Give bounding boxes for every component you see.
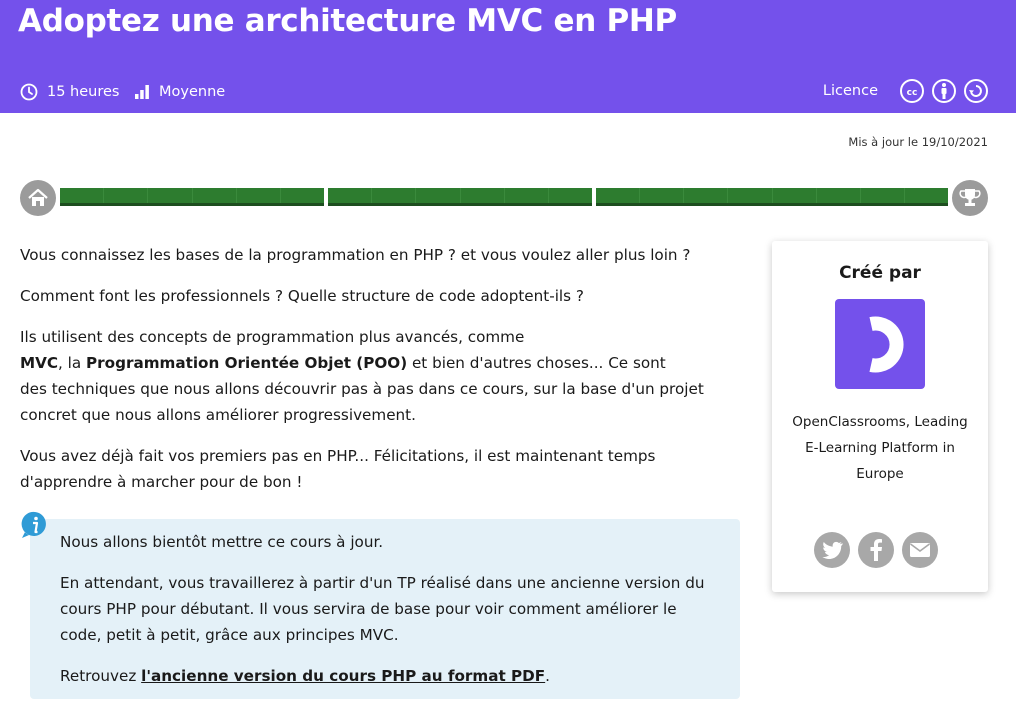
progress-bar [60, 188, 948, 206]
progress-section-1[interactable] [60, 188, 324, 206]
author-name-line-2: E-Learning Platform in [805, 440, 955, 456]
progress-chapter[interactable] [861, 188, 905, 203]
progress-chapter[interactable] [549, 188, 592, 203]
course-header: Adoptez une architecture MVC en PHP 15 h… [0, 0, 1016, 113]
author-card-title: Créé par [839, 263, 921, 283]
progress-chapter[interactable] [193, 188, 237, 203]
course-difficulty: Moyenne [134, 80, 225, 104]
progress-chapter[interactable] [237, 188, 281, 203]
author-card: Créé par OpenClassrooms, Leading E-Learn… [772, 241, 988, 592]
progress-chapter[interactable] [640, 188, 685, 203]
callout-p2-line-3: code, petit à petit, grâce aux principes… [60, 626, 399, 644]
intro-p3-line-3: des techniques que nous allons découvrir… [20, 380, 704, 398]
callout-p3-prefix: Retrouvez [60, 667, 142, 685]
progress-chapter[interactable] [104, 188, 149, 203]
progress-chapter[interactable] [817, 188, 861, 203]
progress-section-3[interactable] [596, 188, 948, 206]
openclassrooms-logo-icon [869, 316, 904, 373]
progress-chapter[interactable] [148, 188, 193, 203]
course-duration: 15 heures [20, 80, 119, 104]
poo-term: Programmation Orientée Objet (POO) [86, 354, 408, 372]
callout-paragraph-1: Nous allons bientôt mettre ce cours à jo… [60, 533, 384, 551]
callout-paragraph-3: Retrouvez l'ancienne version du cours PH… [60, 663, 740, 689]
callout-p2-line-2: cours PHP pour débutant. Il vous servira… [60, 600, 677, 618]
difficulty-label: Moyenne [159, 84, 226, 100]
progress-chapter[interactable] [905, 188, 948, 203]
creative-commons-icon[interactable]: cc [900, 79, 924, 103]
author-name-line-1: OpenClassrooms, Leading [792, 414, 968, 430]
twitter-icon[interactable] [814, 532, 850, 568]
callout-p3-suffix: . [545, 667, 550, 685]
level-bars-icon [135, 85, 149, 99]
progress-chapter[interactable] [684, 188, 729, 203]
intro-p3-text: , la [58, 354, 87, 372]
intro-paragraph-4: Vous avez déjà fait vos premiers pas en … [20, 443, 740, 495]
progress-chapter[interactable] [416, 188, 461, 203]
course-title: Adoptez une architecture MVC en PHP [18, 3, 677, 39]
openclassrooms-logo[interactable] [835, 299, 925, 389]
intro-paragraph-3: Ils utilisent des concepts de programmat… [20, 324, 740, 428]
last-updated: Mis à jour le 19/10/2021 [848, 135, 988, 149]
progress-chapter[interactable] [60, 188, 105, 203]
progress-chapter[interactable] [372, 188, 417, 203]
progress-chapter[interactable] [728, 188, 773, 203]
intro-paragraph-2: Comment font les professionnels ? Quelle… [20, 287, 584, 305]
licence[interactable]: Licence cc [823, 79, 988, 103]
intro-p3-text-2: et bien d'autres choses... Ce sont [407, 354, 666, 372]
svg-text:cc: cc [907, 88, 918, 97]
progress-chapter[interactable] [505, 188, 549, 203]
intro-p3-line-4: concret que nous allons améliorer progre… [20, 406, 416, 424]
course-progress [20, 180, 988, 216]
callout-text: Nous allons bientôt mettre ce cours à jo… [60, 529, 740, 704]
callout-p2-line-1: En attendant, vous travaillerez à partir… [60, 574, 705, 592]
progress-chapter[interactable] [281, 188, 324, 203]
mvc-term: MVC [20, 354, 59, 372]
info-icon [21, 511, 46, 538]
licence-label[interactable]: Licence [823, 83, 878, 99]
author-name: OpenClassrooms, Leading E-Learning Platf… [782, 409, 978, 487]
email-icon[interactable] [902, 532, 938, 568]
info-callout: Nous allons bientôt mettre ce cours à jo… [30, 519, 740, 699]
old-course-pdf-link[interactable]: l'ancienne version du cours PHP au forma… [141, 667, 545, 685]
progress-chapter[interactable] [328, 188, 373, 203]
attribution-icon[interactable] [932, 79, 956, 103]
intro-p4-line-2: d'apprendre à marcher pour de bon ! [20, 473, 303, 491]
progress-chapter[interactable] [773, 188, 817, 203]
progress-chapter[interactable] [596, 188, 641, 203]
course-intro: Vous connaissez les bases de la programm… [20, 242, 740, 510]
clock-icon [20, 83, 38, 101]
author-name-line-3: Europe [856, 466, 904, 482]
duration-label: 15 heures [47, 84, 120, 100]
callout-paragraph-2: En attendant, vous travaillerez à partir… [60, 570, 740, 648]
home-icon[interactable] [20, 180, 56, 216]
intro-paragraph-1: Vous connaissez les bases de la programm… [20, 246, 691, 264]
facebook-icon[interactable] [858, 532, 894, 568]
trophy-icon[interactable] [952, 180, 988, 216]
share-alike-icon[interactable] [964, 79, 988, 103]
progress-chapter[interactable] [461, 188, 505, 203]
intro-p3-line-1: Ils utilisent des concepts de programmat… [20, 328, 525, 346]
progress-section-2[interactable] [328, 188, 592, 206]
intro-p4-line-1: Vous avez déjà fait vos premiers pas en … [20, 447, 656, 465]
